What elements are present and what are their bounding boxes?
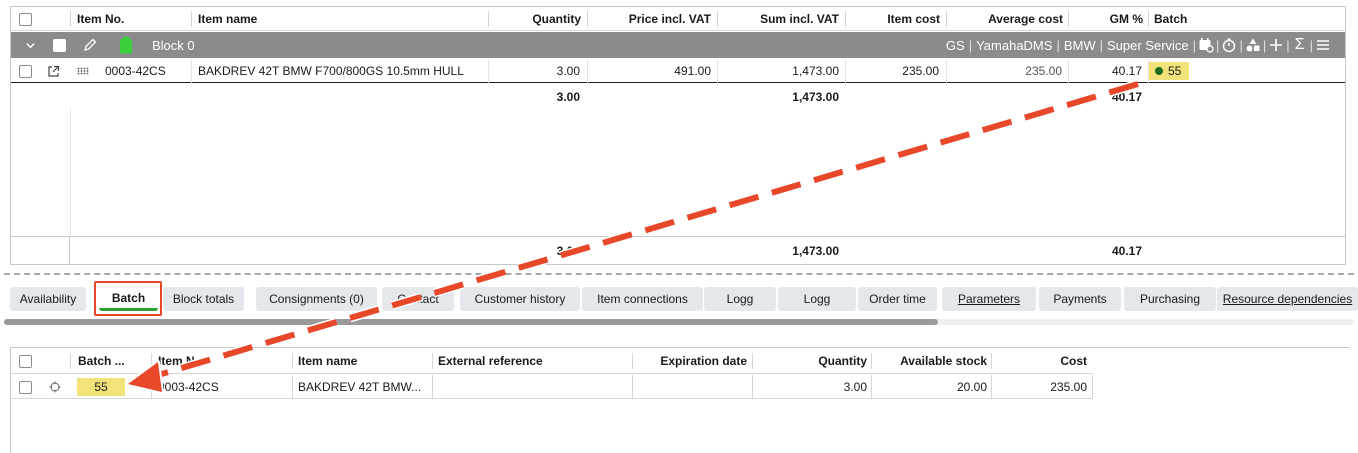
menu-icon[interactable] <box>1313 35 1333 55</box>
tab-consignments[interactable]: Consignments (0) <box>256 287 377 311</box>
col-cost[interactable]: Cost <box>995 348 1087 374</box>
block-group-row[interactable]: Block 0 GS | YamahaDMS | BMW | Super Servic… <box>11 32 1345 58</box>
plus-icon[interactable] <box>1266 35 1286 55</box>
tag-gs[interactable]: GS <box>942 38 969 53</box>
batch-item-no-cell[interactable]: 0003-42CS <box>158 375 288 399</box>
battery-icon <box>119 32 137 58</box>
cell-quantity[interactable]: 3.00 <box>491 59 580 83</box>
available-stock-cell: 20.00 <box>956 380 987 394</box>
grid-header: Item No. Item name Quantity Price incl. … <box>11 7 1345 31</box>
col-item-no[interactable]: Item No. <box>77 7 187 31</box>
shapes-icon[interactable] <box>1243 35 1263 55</box>
calendar-settings-icon[interactable] <box>1196 35 1216 55</box>
col-quantity[interactable]: Quantity <box>491 7 581 31</box>
tab-parameters[interactable]: Parameters <box>942 287 1036 311</box>
chevron-down-icon[interactable] <box>25 32 41 58</box>
total-gm: 40.17 <box>1111 244 1142 258</box>
tab-availability[interactable]: Availability <box>10 287 86 311</box>
cost-cell: 235.00 <box>1050 380 1087 394</box>
total-sum: 1,473.00 <box>792 244 839 258</box>
block-subtotal-row: 3.00 1,473.00 40.17 <box>11 87 1345 107</box>
cell-average-cost: 235.00 <box>1025 64 1062 78</box>
batch-item-name-cell[interactable]: BAKDREV 42T BMW... <box>298 375 428 399</box>
block-checkbox[interactable] <box>53 32 69 58</box>
col-batch-item-name[interactable]: Item name <box>298 348 428 374</box>
column-guide <box>70 107 71 236</box>
col-batch-no[interactable]: Batch ... <box>78 348 138 374</box>
batch-value: 55 <box>1168 64 1182 78</box>
tab-customer-history[interactable]: Customer history <box>460 287 580 311</box>
drag-handle-icon[interactable] <box>77 59 91 83</box>
col-batch[interactable]: Batch <box>1154 7 1234 31</box>
batch-row[interactable]: 55 0003-42CS BAKDREV 42T BMW... 3.00 20.… <box>11 375 1093 399</box>
cell-batch[interactable]: 55 <box>1149 59 1199 83</box>
subtotal-sum: 1,473.00 <box>792 90 839 104</box>
batch-select-all-checkbox[interactable] <box>19 348 39 374</box>
panel-splitter[interactable] <box>4 273 1354 275</box>
tab-order-time[interactable]: Order time <box>858 287 937 311</box>
grid-totals-row: 3.00 1,473.00 40.17 <box>11 236 1345 265</box>
cell-item-no[interactable]: 0003-42CS <box>105 59 190 83</box>
order-line-row[interactable]: 0003-42CS BAKDREV 42T BMW F700/800GS 10.… <box>11 59 1345 83</box>
col-available-stock[interactable]: Available stock <box>875 348 987 374</box>
select-all-checkbox[interactable] <box>19 7 39 31</box>
external-link-icon[interactable] <box>47 59 63 83</box>
tag-bmw[interactable]: BMW <box>1060 38 1100 53</box>
status-dot-icon <box>1155 67 1163 75</box>
tab-resource-dependencies[interactable]: Resource dependencies <box>1217 287 1358 311</box>
expiration-date-cell[interactable] <box>635 375 747 399</box>
batch-grid-header: Batch ... Item No Item name External ref… <box>11 348 1093 374</box>
subtotal-quantity: 3.00 <box>556 90 580 104</box>
tab-logg-2[interactable]: Logg <box>778 287 856 311</box>
batch-quantity-cell[interactable]: 3.00 <box>755 375 867 399</box>
cell-item-cost[interactable]: 235.00 <box>851 59 939 83</box>
tag-yamahadms[interactable]: YamahaDMS <box>972 38 1056 53</box>
col-sum[interactable]: Sum incl. VAT <box>721 7 839 31</box>
subtotal-gm: 40.17 <box>1111 90 1142 104</box>
cell-sum: 1,473.00 <box>792 64 839 78</box>
external-reference-cell[interactable] <box>438 375 628 399</box>
cell-gm: 40.17 <box>1111 64 1142 78</box>
block-label: Block 0 <box>152 37 195 53</box>
batch-tab-highlight-box <box>94 281 162 316</box>
col-expiration-date[interactable]: Expiration date <box>635 348 747 374</box>
order-lines-grid: Item No. Item name Quantity Price incl. … <box>10 6 1346 265</box>
sigma-icon[interactable]: Σ <box>1290 35 1310 55</box>
col-batch-item-no[interactable]: Item No <box>158 348 288 374</box>
timer-icon[interactable] <box>1219 35 1239 55</box>
col-batch-quantity[interactable]: Quantity <box>755 348 867 374</box>
batch-grid: Batch ... Item No Item name External ref… <box>10 347 1350 453</box>
crosshair-icon[interactable] <box>49 375 63 399</box>
tab-purchasing[interactable]: Purchasing <box>1124 287 1216 311</box>
col-average-cost[interactable]: Average cost <box>951 7 1063 31</box>
col-item-name[interactable]: Item name <box>198 7 478 31</box>
total-quantity: 3.00 <box>556 244 580 258</box>
cell-price[interactable]: 491.00 <box>591 59 711 83</box>
block-toolbar: GS | YamahaDMS | BMW | Super Service | | | |… <box>942 32 1333 58</box>
tab-block-totals[interactable]: Block totals <box>163 287 244 311</box>
batch-no-cell[interactable]: 55 <box>77 378 125 396</box>
col-price[interactable]: Price incl. VAT <box>591 7 711 31</box>
col-gm[interactable]: GM % <box>1073 7 1143 31</box>
detail-tabs: Availability Batch Block totals Consignm… <box>10 287 1358 311</box>
tab-logg-1[interactable]: Logg <box>704 287 776 311</box>
tab-item-connections[interactable]: Item connections <box>582 287 703 311</box>
row-checkbox[interactable] <box>19 59 39 83</box>
tab-contact[interactable]: Contact <box>382 287 454 311</box>
col-item-cost[interactable]: Item cost <box>851 7 940 31</box>
cell-item-name[interactable]: BAKDREV 42T BMW F700/800GS 10.5mm HULL <box>198 59 483 83</box>
batch-chip[interactable]: 55 <box>1149 62 1190 80</box>
tab-payments[interactable]: Payments <box>1039 287 1121 311</box>
tag-super-service[interactable]: Super Service <box>1103 38 1193 53</box>
batch-row-checkbox[interactable] <box>19 375 39 399</box>
col-external-reference[interactable]: External reference <box>438 348 628 374</box>
tabs-scrollbar-thumb[interactable] <box>4 319 938 325</box>
pencil-icon[interactable] <box>82 32 102 58</box>
